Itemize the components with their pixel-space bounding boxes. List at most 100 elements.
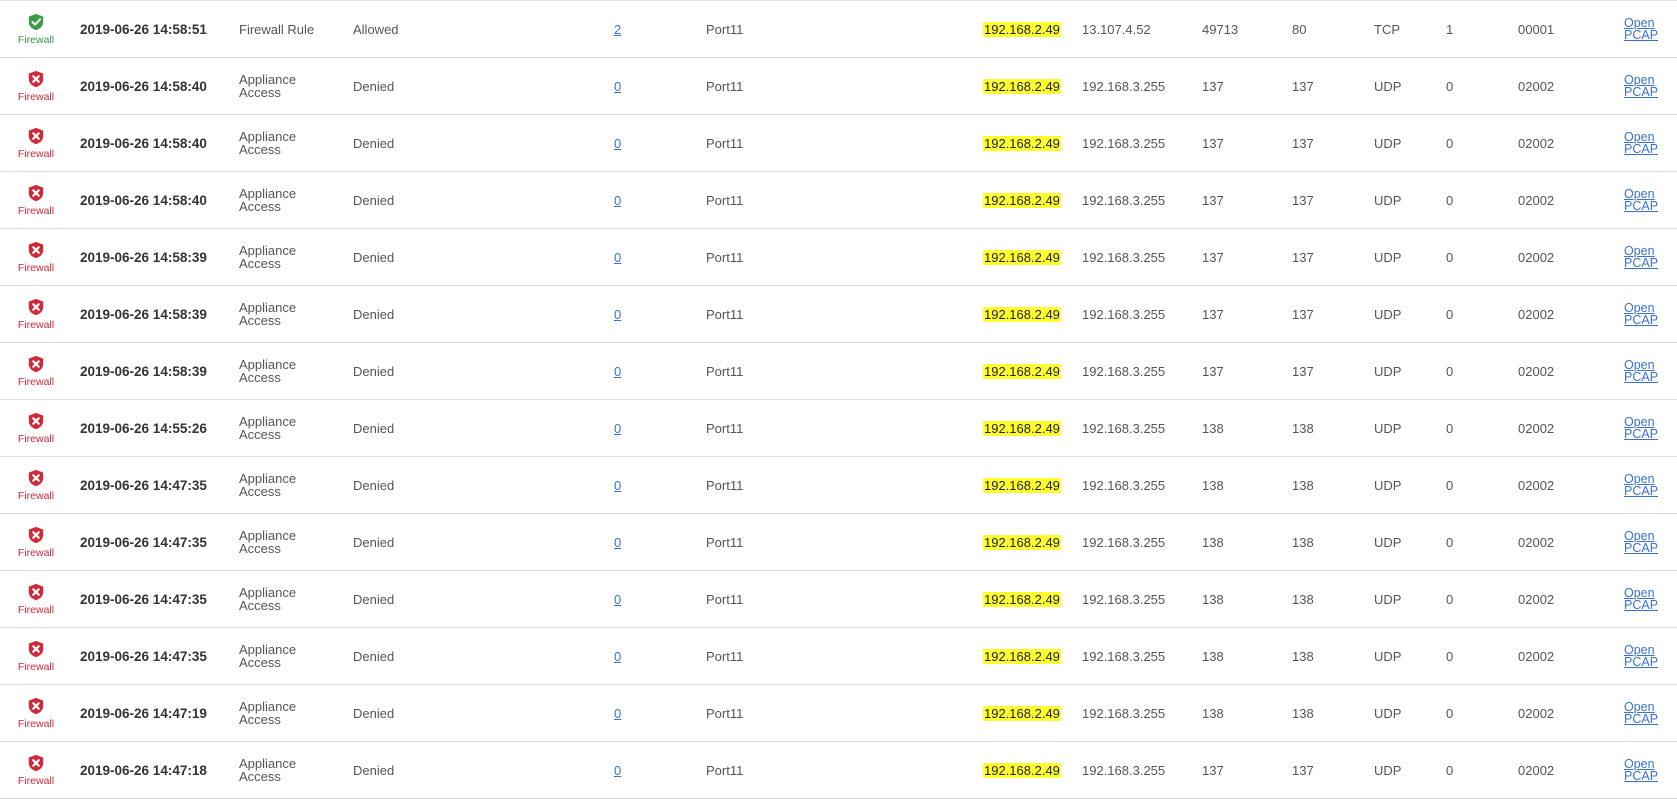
interface: Port11	[706, 135, 744, 151]
module-cell: Firewall	[12, 172, 60, 228]
count-cell: 0	[614, 457, 621, 513]
table-row[interactable]: Firewall 2019-06-26 14:47:18 Appliance A…	[0, 742, 1677, 799]
table-row[interactable]: Firewall 2019-06-26 14:58:39 Appliance A…	[0, 229, 1677, 286]
timestamp: 2019-06-26 14:47:35	[80, 648, 207, 664]
log-id: 02002	[1518, 78, 1555, 94]
open-pcap-link[interactable]: Open PCAP	[1624, 587, 1669, 612]
table-row[interactable]: Firewall 2019-06-26 14:58:39 Appliance A…	[0, 286, 1677, 343]
table-row[interactable]: Firewall 2019-06-26 14:58:39 Appliance A…	[0, 343, 1677, 400]
destination-port: 137	[1292, 306, 1314, 322]
action-status: Denied	[353, 534, 395, 550]
count-link[interactable]: 0	[614, 193, 621, 208]
interface: Port11	[706, 648, 744, 664]
count-link[interactable]: 2	[614, 22, 621, 37]
source-ip: 192.168.2.49	[983, 591, 1061, 607]
module-cell: Firewall	[12, 628, 60, 684]
timestamp: 2019-06-26 14:47:18	[80, 762, 207, 778]
source-ip-cell: 192.168.2.49	[983, 172, 1061, 228]
protocol: UDP	[1374, 591, 1402, 607]
source-ip: 192.168.2.49	[983, 477, 1061, 493]
table-row[interactable]: Firewall 2019-06-26 14:58:40 Appliance A…	[0, 172, 1677, 229]
timestamp: 2019-06-26 14:58:51	[80, 21, 207, 37]
table-row[interactable]: Firewall 2019-06-26 14:55:26 Appliance A…	[0, 400, 1677, 457]
count-link[interactable]: 0	[614, 136, 621, 151]
source-ip: 192.168.2.49	[983, 363, 1061, 379]
source-ip-cell: 192.168.2.49	[983, 286, 1061, 342]
protocol: UDP	[1374, 192, 1402, 208]
rule-id: 0	[1446, 477, 1454, 493]
count-link[interactable]: 0	[614, 706, 621, 721]
table-row[interactable]: Firewall 2019-06-26 14:58:40 Appliance A…	[0, 115, 1677, 172]
count-link[interactable]: 0	[614, 421, 621, 436]
count-link[interactable]: 0	[614, 364, 621, 379]
count-cell: 0	[614, 742, 621, 798]
log-id: 02002	[1518, 363, 1555, 379]
timestamp: 2019-06-26 14:58:39	[80, 249, 207, 265]
protocol: UDP	[1374, 78, 1402, 94]
source-ip-cell: 192.168.2.49	[983, 457, 1061, 513]
open-pcap-link[interactable]: Open PCAP	[1624, 74, 1669, 99]
protocol: UDP	[1374, 762, 1402, 778]
open-pcap-link[interactable]: Open PCAP	[1624, 245, 1669, 270]
source-ip-cell: 192.168.2.49	[983, 514, 1061, 570]
table-row[interactable]: Firewall 2019-06-26 14:58:40 Appliance A…	[0, 58, 1677, 115]
module-label: Firewall	[17, 489, 55, 502]
count-link[interactable]: 0	[614, 478, 621, 493]
pcap-cell: Open PCAP	[1624, 685, 1669, 741]
destination-port: 138	[1292, 705, 1314, 721]
shield-x-icon	[27, 127, 45, 145]
destination-ip: 192.168.3.255	[1082, 591, 1166, 607]
shield-x-icon	[27, 184, 45, 202]
log-type: Firewall Rule	[239, 21, 315, 37]
table-row[interactable]: Firewall 2019-06-26 14:47:35 Appliance A…	[0, 571, 1677, 628]
interface: Port11	[706, 21, 744, 37]
timestamp: 2019-06-26 14:47:35	[80, 534, 207, 550]
timestamp: 2019-06-26 14:55:26	[80, 420, 207, 436]
open-pcap-link[interactable]: Open PCAP	[1624, 701, 1669, 726]
open-pcap-link[interactable]: Open PCAP	[1624, 302, 1669, 327]
count-link[interactable]: 0	[614, 307, 621, 322]
open-pcap-link[interactable]: Open PCAP	[1624, 530, 1669, 555]
count-link[interactable]: 0	[614, 592, 621, 607]
log-id: 02002	[1518, 591, 1555, 607]
module-label: Firewall	[17, 774, 55, 787]
source-ip-cell: 192.168.2.49	[983, 571, 1061, 627]
count-link[interactable]: 0	[614, 79, 621, 94]
count-link[interactable]: 0	[614, 763, 621, 778]
destination-port: 137	[1292, 78, 1314, 94]
open-pcap-link[interactable]: Open PCAP	[1624, 416, 1669, 441]
destination-port: 80	[1292, 21, 1307, 37]
module-cell: Firewall	[12, 343, 60, 399]
table-row[interactable]: Firewall 2019-06-26 14:47:35 Appliance A…	[0, 514, 1677, 571]
table-row[interactable]: Firewall 2019-06-26 14:58:51 Firewall Ru…	[0, 1, 1677, 58]
shield-x-icon	[27, 70, 45, 88]
count-cell: 0	[614, 286, 621, 342]
rule-id: 0	[1446, 534, 1454, 550]
rule-id: 0	[1446, 78, 1454, 94]
log-type: Appliance Access	[239, 357, 297, 385]
table-row[interactable]: Firewall 2019-06-26 14:47:35 Appliance A…	[0, 628, 1677, 685]
module-label: Firewall	[17, 318, 55, 331]
count-link[interactable]: 0	[614, 535, 621, 550]
open-pcap-link[interactable]: Open PCAP	[1624, 131, 1669, 156]
table-row[interactable]: Firewall 2019-06-26 14:47:19 Appliance A…	[0, 685, 1677, 742]
pcap-cell: Open PCAP	[1624, 742, 1669, 798]
source-ip-cell: 192.168.2.49	[983, 628, 1061, 684]
table-row[interactable]: Firewall 2019-06-26 14:47:35 Appliance A…	[0, 457, 1677, 514]
open-pcap-link[interactable]: Open PCAP	[1624, 359, 1669, 384]
open-pcap-link[interactable]: Open PCAP	[1624, 473, 1669, 498]
count-link[interactable]: 0	[614, 649, 621, 664]
open-pcap-link[interactable]: Open PCAP	[1624, 17, 1669, 42]
open-pcap-link[interactable]: Open PCAP	[1624, 188, 1669, 213]
open-pcap-link[interactable]: Open PCAP	[1624, 644, 1669, 669]
count-link[interactable]: 0	[614, 250, 621, 265]
log-id: 02002	[1518, 420, 1555, 436]
action-status: Denied	[353, 135, 395, 151]
module-label: Firewall	[17, 204, 55, 217]
destination-ip: 192.168.3.255	[1082, 78, 1166, 94]
interface: Port11	[706, 477, 744, 493]
source-ip: 192.168.2.49	[983, 21, 1061, 37]
open-pcap-link[interactable]: Open PCAP	[1624, 758, 1669, 783]
count-cell: 0	[614, 514, 621, 570]
source-ip-cell: 192.168.2.49	[983, 229, 1061, 285]
